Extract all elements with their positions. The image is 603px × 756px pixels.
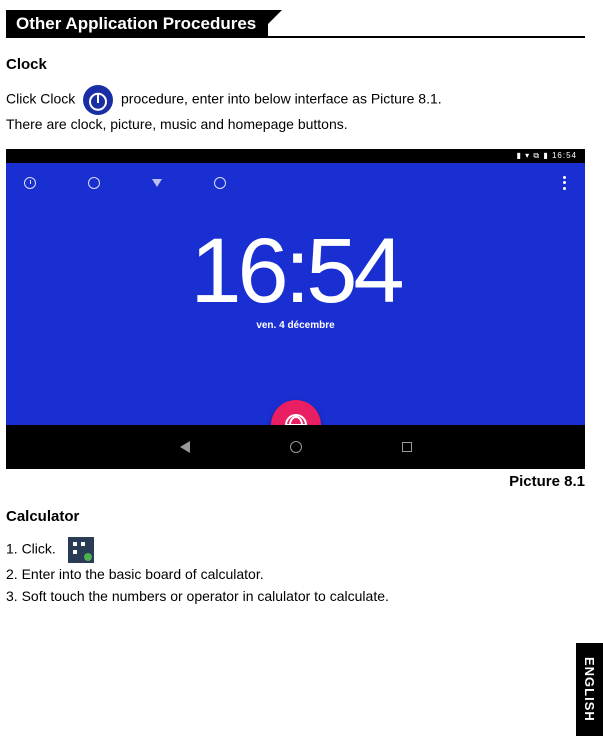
clock-app-icon <box>83 85 113 115</box>
calc-step-3: 3. Soft touch the numbers or operator in… <box>6 585 585 607</box>
clock-date-display: ven. 4 décembre <box>6 320 585 331</box>
calculator-app-icon <box>68 537 94 563</box>
alarm-tab-icon[interactable] <box>24 177 36 189</box>
language-tab: ENGLISH <box>576 643 603 736</box>
clock-text-2: procedure, enter into below interface as… <box>121 91 442 107</box>
android-navbar <box>6 425 585 469</box>
world-clock-fab[interactable] <box>271 400 321 425</box>
clock-text-1: Click Clock <box>6 91 75 107</box>
header-rule <box>6 36 585 38</box>
nav-recent-icon[interactable] <box>402 442 412 452</box>
android-status-bar: ▮ ▾ ⧉ ▮ 16:54 <box>6 149 585 163</box>
figure-caption: Picture 8.1 <box>6 473 585 490</box>
screenshot-8-1: ▮ ▾ ⧉ ▮ 16:54 16:54 ven. 4 décembre <box>6 149 585 490</box>
clock-tab-icon[interactable] <box>88 177 100 189</box>
clock-time-display: 16:54 <box>6 219 585 324</box>
calculator-section-title: Calculator <box>6 508 585 525</box>
nav-back-icon[interactable] <box>180 441 190 453</box>
clock-text-3: There are clock, picture, music and home… <box>6 116 348 132</box>
globe-icon <box>285 414 307 425</box>
header-badge: Other Application Procedures <box>6 10 268 38</box>
calculator-steps: 1. Click. 2. Enter into the basic board … <box>6 537 585 608</box>
calc-step-1: 1. Click. <box>6 540 56 556</box>
clock-section-title: Clock <box>6 56 585 73</box>
stopwatch-tab-icon[interactable] <box>214 177 226 189</box>
nav-home-icon[interactable] <box>290 441 302 453</box>
timer-tab-icon[interactable] <box>152 179 162 187</box>
clock-paragraph: Click Clock procedure, enter into below … <box>6 85 585 135</box>
clock-tab-row <box>6 163 585 203</box>
status-icons: ▮ ▾ ⧉ ▮ 16:54 <box>517 151 577 160</box>
overflow-menu-icon[interactable] <box>563 176 567 190</box>
calc-step-2: 2. Enter into the basic board of calcula… <box>6 563 585 585</box>
section-header: Other Application Procedures <box>6 10 585 38</box>
